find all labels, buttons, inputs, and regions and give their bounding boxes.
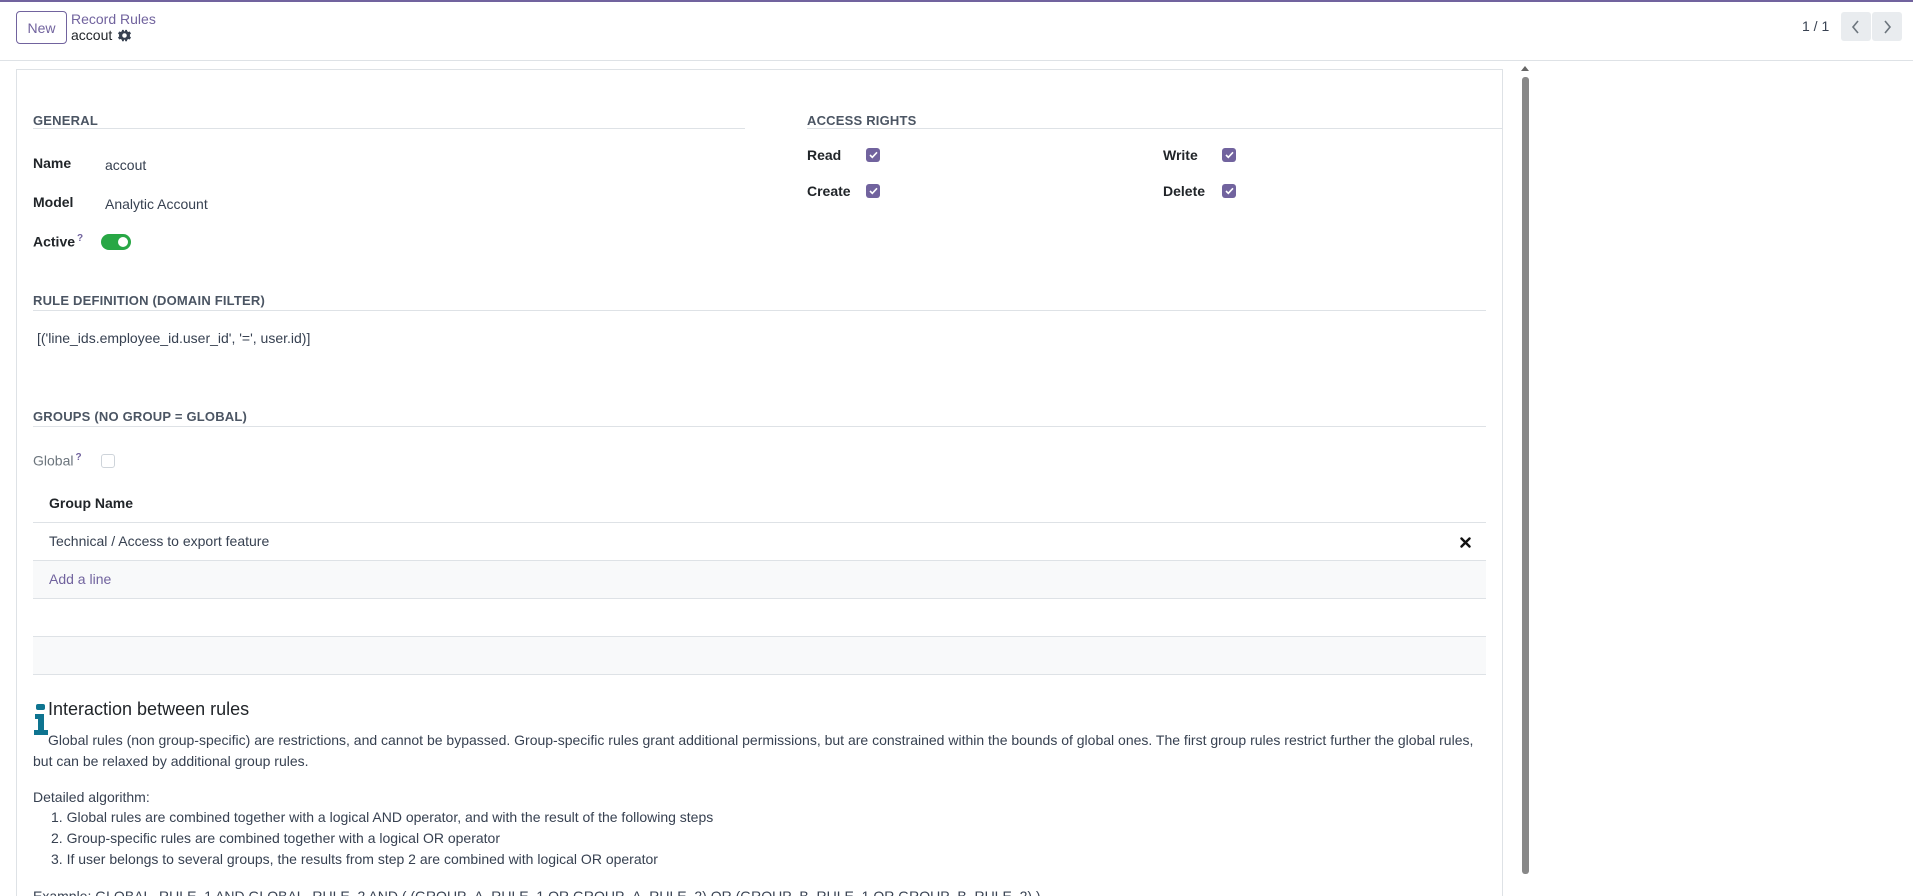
- breadcrumb-current: accout: [71, 27, 132, 43]
- help-tooltip-icon[interactable]: ?: [77, 233, 83, 244]
- chevron-right-icon: [1884, 19, 1892, 34]
- empty-table-row: [33, 637, 1486, 675]
- global-checkbox: [101, 454, 115, 468]
- empty-table-row: [33, 599, 1486, 637]
- delete-checkbox[interactable]: [1222, 184, 1236, 198]
- section-divider: [33, 426, 1486, 427]
- model-field[interactable]: Analytic Account: [105, 196, 208, 212]
- section-title-rule-definition: RULE DEFINITION (DOMAIN FILTER): [33, 293, 265, 308]
- delete-row-icon[interactable]: [1457, 534, 1473, 550]
- add-line-row: Add a line: [33, 561, 1486, 599]
- section-divider: [33, 128, 745, 129]
- algorithm-step: 2. Group-specific rules are combined tog…: [51, 830, 500, 846]
- pager-next-button[interactable]: [1872, 12, 1902, 41]
- add-a-line-link[interactable]: Add a line: [49, 571, 111, 587]
- scrollbar[interactable]: [1521, 64, 1529, 876]
- delete-label: Delete: [1163, 183, 1206, 199]
- active-label: Active?: [33, 233, 83, 250]
- section-title-general: GENERAL: [33, 113, 98, 128]
- groups-table-header: Group Name: [33, 490, 1486, 523]
- pager-value[interactable]: 1 / 1: [1802, 18, 1829, 34]
- section-title-groups: GROUPS (NO GROUP = GLOBAL): [33, 409, 248, 424]
- read-checkbox[interactable]: [866, 148, 880, 162]
- model-label: Model: [33, 194, 74, 210]
- help-paragraph: Global rules (non group-specific) are re…: [33, 732, 1474, 769]
- write-label: Write: [1163, 147, 1198, 163]
- pager-previous-button[interactable]: [1841, 12, 1871, 41]
- chevron-left-icon: [1851, 19, 1859, 34]
- algorithm-title: Detailed algorithm:: [33, 789, 150, 805]
- name-field[interactable]: accout: [105, 157, 146, 173]
- section-divider: [33, 310, 1486, 311]
- create-checkbox[interactable]: [866, 184, 880, 198]
- name-label: Name: [33, 155, 72, 171]
- control-panel: New Record Rules accout 1 / 1: [0, 2, 1913, 61]
- example-text: Example: GLOBAL_RULE_1 AND GLOBAL_RULE_2…: [33, 888, 1041, 896]
- new-button[interactable]: New: [16, 11, 67, 44]
- global-label: Global?: [33, 452, 82, 469]
- breadcrumb-parent-link[interactable]: Record Rules: [71, 11, 156, 27]
- domain-filter-editor[interactable]: [('line_ids.employee_id.user_id', '=', u…: [37, 330, 310, 346]
- help-title: Interaction between rules: [48, 699, 250, 719]
- scrollbar-thumb[interactable]: [1522, 77, 1529, 874]
- scroll-up-arrow-icon[interactable]: [1521, 64, 1529, 72]
- create-label: Create: [807, 183, 851, 199]
- check-icon: [1224, 187, 1234, 195]
- global-label-text: Global: [33, 452, 74, 469]
- read-label: Read: [807, 147, 842, 163]
- gear-icon[interactable]: [118, 29, 132, 42]
- section-title-access-rights: ACCESS RIGHTS: [807, 113, 917, 128]
- help-tooltip-icon[interactable]: ?: [75, 452, 81, 463]
- check-icon: [868, 187, 878, 195]
- column-header-group-name[interactable]: Group Name: [49, 495, 133, 511]
- active-toggle[interactable]: [101, 234, 131, 250]
- check-icon: [868, 151, 878, 159]
- check-icon: [1224, 151, 1234, 159]
- active-label-text: Active: [33, 233, 76, 250]
- write-checkbox[interactable]: [1222, 148, 1236, 162]
- breadcrumb-current-label: accout: [71, 27, 113, 43]
- section-divider: [807, 128, 1502, 129]
- group-name-cell[interactable]: Technical / Access to export feature: [49, 533, 269, 549]
- table-row[interactable]: Technical / Access to export feature: [33, 523, 1486, 561]
- algorithm-step: 1. Global rules are combined together wi…: [51, 809, 714, 825]
- algorithm-step: 3. If user belongs to several groups, th…: [51, 851, 658, 867]
